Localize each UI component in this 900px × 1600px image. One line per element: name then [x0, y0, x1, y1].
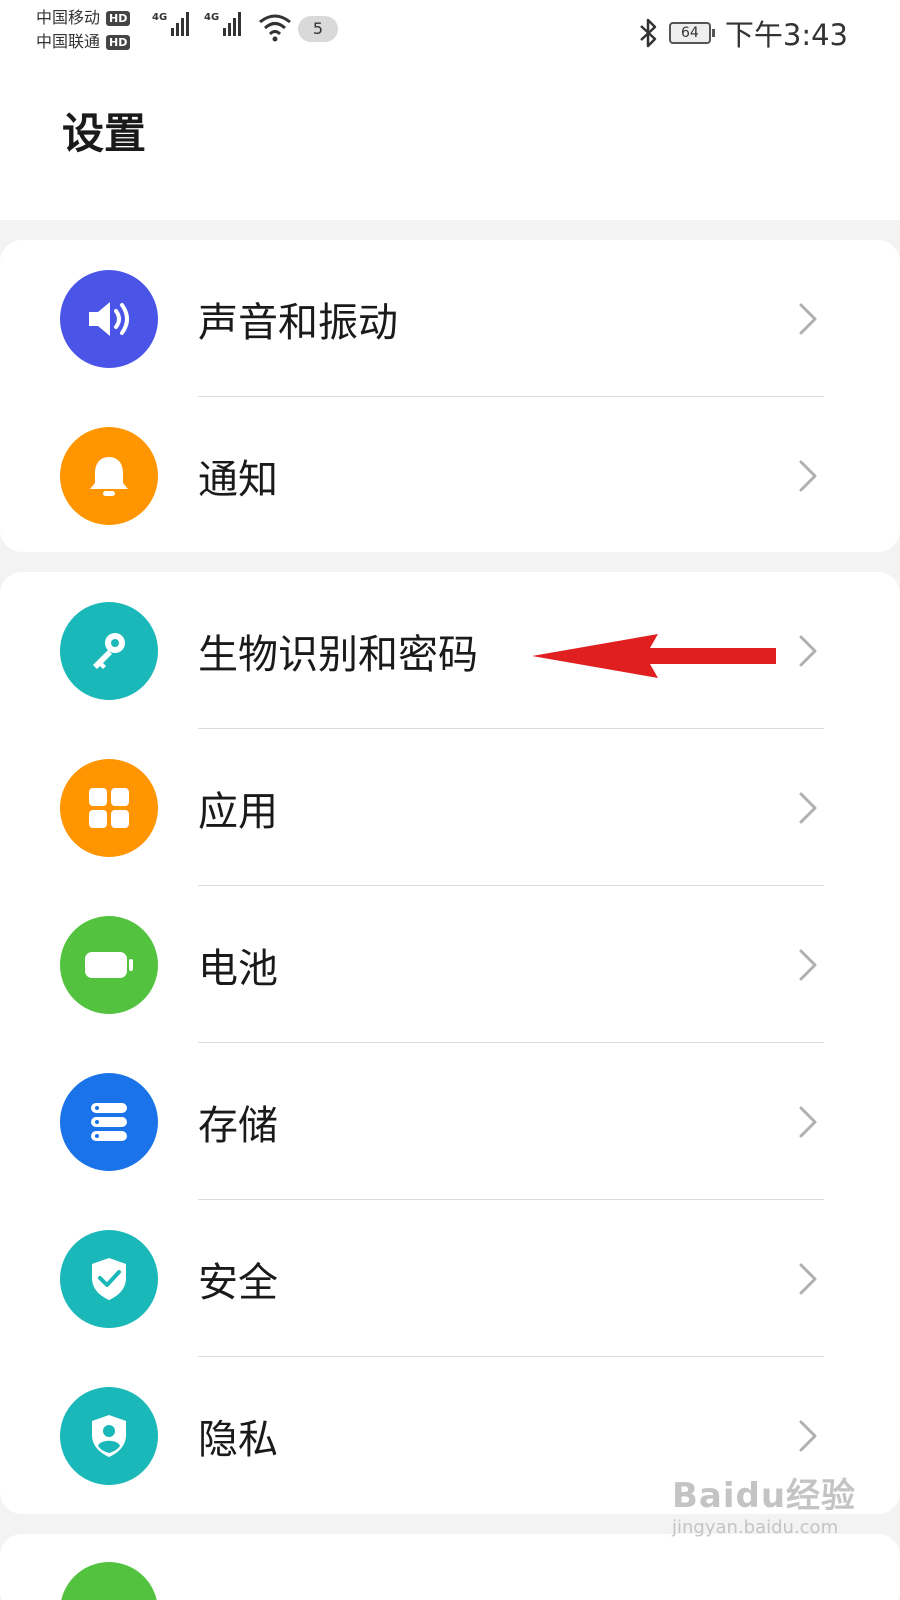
chevron-right-icon	[799, 303, 817, 334]
partial-item-icon	[60, 1562, 158, 1600]
settings-item-label: 应用	[198, 788, 278, 835]
battery-level: 64	[668, 22, 711, 44]
privacy-shield-icon	[60, 1387, 158, 1485]
bell-icon	[60, 427, 158, 525]
hd-badge: HD	[106, 34, 131, 50]
bluetooth-icon	[640, 18, 657, 48]
shield-check-icon	[60, 1230, 158, 1328]
notification-count-badge: 5	[298, 16, 338, 42]
chevron-right-icon	[799, 949, 817, 980]
carrier-2-label: 中国联通	[36, 32, 101, 51]
storage-icon	[60, 1073, 158, 1171]
hd-badge: HD	[106, 10, 131, 26]
watermark-url: jingyan.baidu.com	[672, 1517, 839, 1538]
page-header: 设置	[0, 60, 900, 220]
settings-item-notifications[interactable]: 通知	[0, 397, 900, 552]
battery-icon: 64	[668, 22, 715, 44]
settings-item-label: 存储	[198, 1102, 278, 1149]
settings-item-label: 声音和振动	[198, 299, 398, 346]
settings-item-battery[interactable]: 电池	[0, 886, 900, 1043]
network-type-label: 4G	[204, 12, 220, 23]
chevron-right-icon	[799, 1420, 817, 1451]
wifi-icon	[259, 14, 291, 42]
chevron-right-icon	[799, 1106, 817, 1137]
status-bar: 中国移动 HD 中国联通 HD 4G 4G 5 64 下午3:43	[0, 0, 900, 60]
settings-item-storage[interactable]: 存储	[0, 1043, 900, 1200]
speaker-icon	[60, 270, 158, 368]
carrier-info: 中国移动 HD 中国联通 HD	[36, 6, 131, 54]
settings-item-apps[interactable]: 应用	[0, 729, 900, 886]
settings-group-3	[0, 1534, 900, 1600]
settings-group-1: 声音和振动 通知	[0, 240, 900, 552]
settings-item-label: 通知	[198, 456, 278, 503]
watermark-logo: Baidu经验	[672, 1476, 857, 1516]
settings-group-2: 生物识别和密码 应用 电池 存储 安全 隐私	[0, 572, 900, 1514]
settings-item-security[interactable]: 安全	[0, 1200, 900, 1357]
apps-grid-icon	[60, 759, 158, 857]
battery-icon	[60, 916, 158, 1014]
annotation-arrow-icon	[532, 634, 776, 678]
page-title: 设置	[62, 109, 147, 158]
signal-icon: 4G	[204, 12, 242, 36]
chevron-right-icon	[799, 792, 817, 823]
settings-item-sound[interactable]: 声音和振动	[0, 240, 900, 397]
watermark: Baidu经验 jingyan.baidu.com	[672, 1468, 856, 1538]
chevron-right-icon	[799, 460, 817, 491]
carrier-1-label: 中国移动	[36, 8, 101, 27]
settings-item-label: 电池	[198, 945, 278, 992]
chevron-right-icon	[799, 635, 817, 666]
signal-icon: 4G	[152, 12, 190, 36]
settings-item-label: 安全	[198, 1259, 278, 1306]
network-type-label: 4G	[152, 12, 168, 23]
clock: 下午3:43	[724, 18, 848, 52]
settings-item-label: 隐私	[198, 1416, 278, 1463]
settings-item-label: 生物识别和密码	[198, 631, 478, 678]
key-icon	[60, 602, 158, 700]
chevron-right-icon	[799, 1263, 817, 1294]
